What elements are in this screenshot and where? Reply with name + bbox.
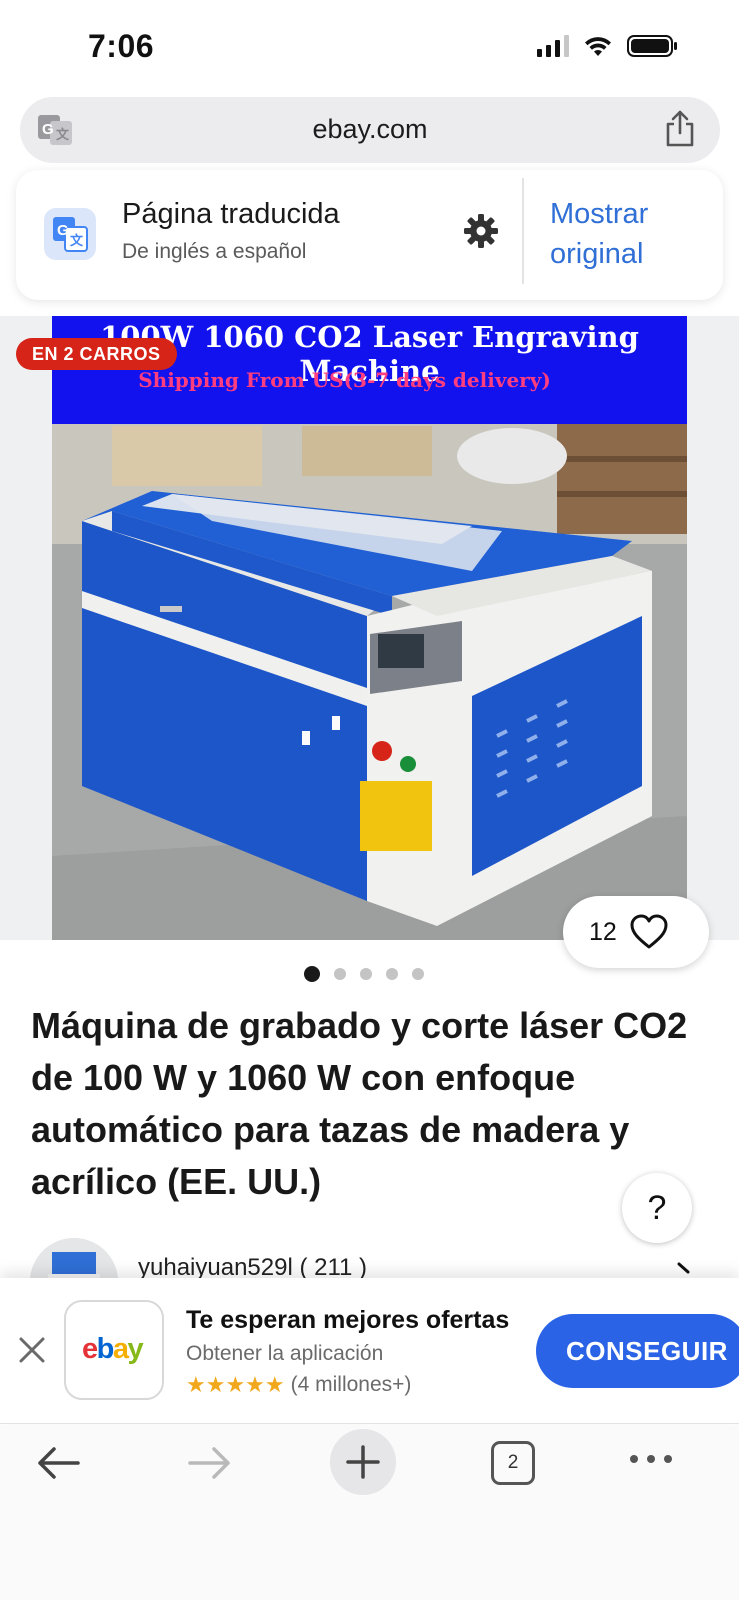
banner-divider: [522, 178, 524, 284]
app-promo-banner: ebay Te esperan mejores ofertas Obtener …: [0, 1278, 739, 1424]
svg-text:G: G: [57, 222, 69, 239]
heart-icon: [629, 913, 669, 956]
in-carts-badge: EN 2 CARROS: [16, 338, 177, 370]
ebay-logo: ebay: [82, 1333, 144, 1365]
status-time: 7:06: [88, 28, 155, 64]
address-bar[interactable]: G 文 ebay.com: [20, 97, 720, 163]
show-original-button[interactable]: Mostrar original: [550, 194, 648, 274]
translated-page-title: Página traducida: [122, 198, 340, 230]
product-image[interactable]: 100W 1060 CO2 Laser Engraving Machine Sh…: [52, 316, 687, 940]
image-banner: 100W 1060 CO2 Laser Engraving Machine Sh…: [52, 316, 687, 424]
status-icons: [537, 34, 679, 58]
rating-count: (4 millones+): [290, 1373, 412, 1396]
ebay-app-icon: ebay: [64, 1300, 164, 1400]
watch-button[interactable]: 12: [563, 896, 709, 968]
forward-arrow-icon[interactable]: [186, 1441, 234, 1490]
wifi-icon: [585, 37, 611, 56]
image-banner-shipping: Shipping From US(3-7 days delivery): [138, 368, 551, 392]
star-rating-icon: ★★★★★: [186, 1372, 285, 1397]
close-icon[interactable]: [18, 1336, 46, 1369]
carousel-dot[interactable]: [304, 966, 320, 982]
translation-languages: De inglés a español: [122, 240, 307, 263]
carousel-dot[interactable]: [386, 968, 398, 980]
more-icon[interactable]: [630, 1455, 672, 1463]
carousel-dot[interactable]: [334, 968, 346, 980]
share-icon[interactable]: [662, 109, 698, 154]
product-title: Máquina de grabado y corte láser CO2 de …: [31, 1005, 688, 1202]
product-image-carousel[interactable]: 100W 1060 CO2 Laser Engraving Machine Sh…: [0, 316, 739, 940]
carousel-dots[interactable]: [304, 966, 424, 982]
get-app-button[interactable]: CONSEGUIR: [536, 1314, 739, 1388]
translate-banner: G 文 Página traducida De inglés a español…: [16, 170, 723, 300]
carousel-dot[interactable]: [360, 968, 372, 980]
show-original-line1: Mostrar: [550, 198, 649, 230]
google-translate-icon: G 文: [44, 208, 96, 260]
browser-toolbar: 2: [0, 1425, 739, 1600]
svg-text:文: 文: [70, 233, 84, 248]
show-original-line2: original: [550, 238, 644, 270]
new-tab-button[interactable]: [330, 1429, 396, 1495]
carousel-dot[interactable]: [412, 968, 424, 980]
back-arrow-icon[interactable]: [34, 1441, 82, 1490]
help-button[interactable]: ?: [622, 1173, 692, 1243]
app-promo-subtitle: Obtener la aplicación: [186, 1342, 384, 1365]
watch-count: 12: [589, 918, 617, 946]
battery-icon: [627, 35, 677, 57]
gear-icon[interactable]: [462, 212, 500, 255]
app-rating: ★★★★★ (4 millones+): [186, 1372, 411, 1398]
cellular-signal-icon: [537, 35, 569, 57]
app-promo-title: Te esperan mejores ofertas: [186, 1306, 510, 1334]
url-text[interactable]: ebay.com: [20, 114, 720, 145]
status-bar: 7:06: [0, 0, 739, 92]
tabs-icon[interactable]: 2: [491, 1441, 535, 1485]
plus-icon: [346, 1445, 380, 1479]
